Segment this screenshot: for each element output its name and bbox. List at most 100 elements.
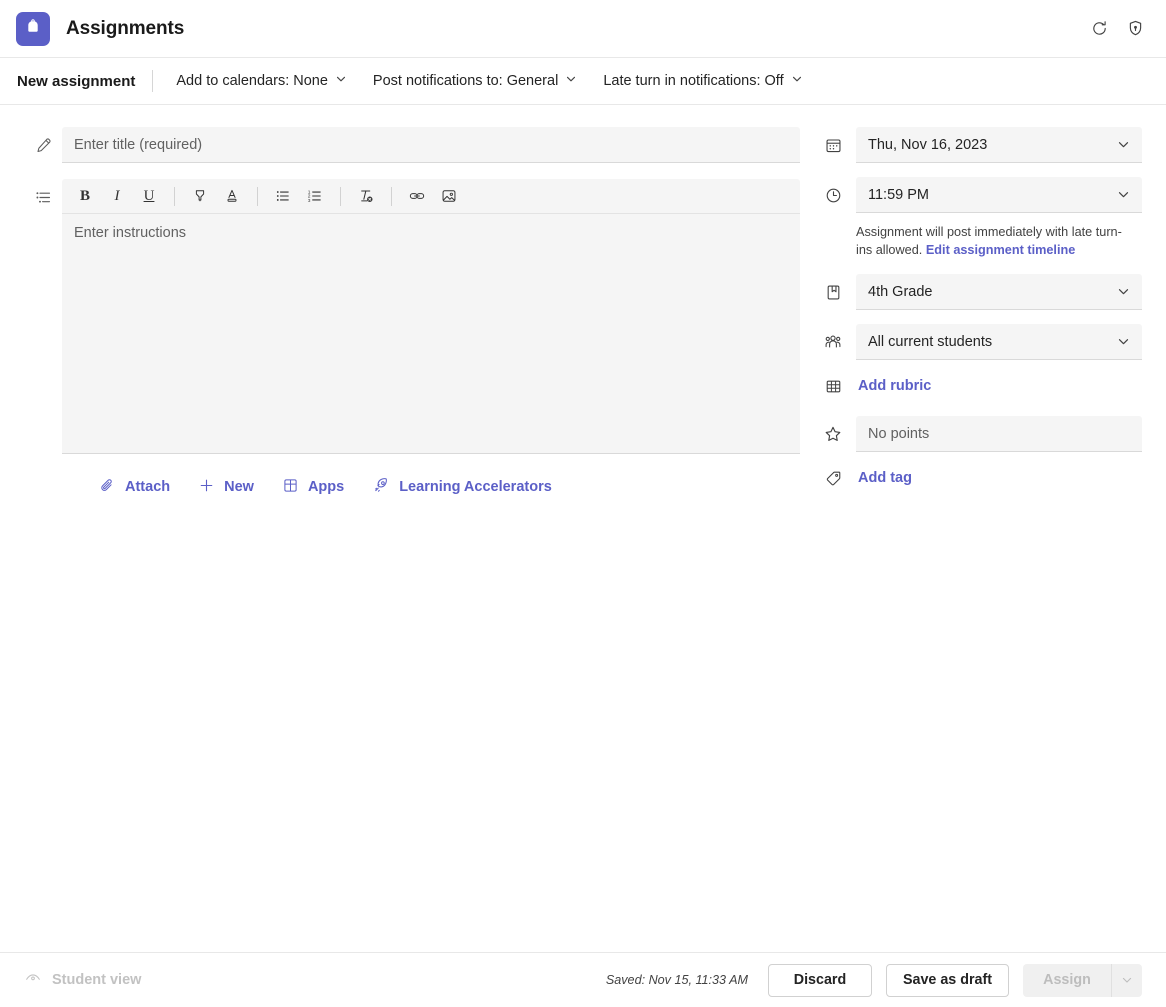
due-date-row: Thu, Nov 16, 2023 [810, 127, 1142, 163]
students-row: All current students [810, 324, 1142, 360]
header-actions [1088, 18, 1150, 40]
chevron-down-icon [791, 73, 803, 89]
highlight-icon[interactable] [185, 182, 215, 210]
points-value: No points [868, 426, 929, 442]
page-title: Assignments [66, 18, 184, 40]
bulleted-list-icon[interactable] [268, 182, 298, 210]
points-row: No points [810, 416, 1142, 452]
post-notifications-label: Post notifications to: General [373, 73, 558, 89]
apps-label: Apps [308, 479, 344, 495]
toolbar-divider [174, 187, 175, 206]
class-value: 4th Grade [868, 284, 933, 300]
instructions-field-row: B I U [24, 179, 800, 454]
title-input[interactable] [62, 127, 800, 163]
learning-accelerators-label: Learning Accelerators [399, 479, 552, 495]
due-time-value: 11:59 PM [868, 187, 929, 203]
instructions-editor: B I U [62, 179, 800, 454]
new-label: New [224, 479, 254, 495]
link-icon[interactable] [402, 182, 432, 210]
add-rubric-button[interactable]: Add rubric [856, 374, 933, 398]
italic-icon[interactable]: I [102, 182, 132, 210]
timeline-note: Assignment will post immediately with la… [810, 223, 1142, 259]
learning-accelerators-button[interactable]: Learning Accelerators [363, 470, 561, 504]
underline-icon[interactable]: U [134, 182, 164, 210]
pencil-icon [24, 127, 62, 155]
tag-icon [810, 469, 856, 488]
clear-formatting-icon[interactable] [351, 182, 381, 210]
plus-icon [198, 477, 215, 498]
add-to-calendars-label: Add to calendars: None [176, 73, 328, 89]
chevron-down-icon [1117, 335, 1130, 348]
attach-label: Attach [125, 479, 170, 495]
clock-icon [810, 186, 856, 205]
add-to-calendars-dropdown[interactable]: Add to calendars: None [170, 69, 353, 93]
attachment-actions: Attach New Apps [24, 470, 800, 504]
saved-status: Saved: Nov 15, 11:33 AM [606, 973, 748, 987]
bold-glyph: B [80, 188, 90, 205]
assignment-form: B I U [0, 105, 1166, 952]
edit-assignment-timeline-link[interactable]: Edit assignment timeline [926, 243, 1075, 257]
font-color-icon[interactable] [217, 182, 247, 210]
class-row: 4th Grade [810, 274, 1142, 310]
bold-icon[interactable]: B [70, 182, 100, 210]
class-dropdown[interactable]: 4th Grade [856, 274, 1142, 310]
bookmark-icon [810, 283, 856, 302]
chevron-down-icon [1117, 138, 1130, 151]
rubric-row: Add rubric [810, 374, 1142, 398]
assign-split-button: Assign [1023, 964, 1142, 997]
due-date-value: Thu, Nov 16, 2023 [868, 137, 987, 153]
assign-button: Assign [1023, 964, 1111, 997]
image-icon[interactable] [434, 182, 464, 210]
tag-row: Add tag [810, 466, 1142, 490]
rocket-icon [372, 476, 390, 498]
toolbar-divider [391, 187, 392, 206]
instructions-input[interactable]: Enter instructions [62, 214, 800, 453]
numbered-list-icon[interactable]: 1 2 3 [300, 182, 330, 210]
app-logo [16, 12, 50, 46]
due-date-dropdown[interactable]: Thu, Nov 16, 2023 [856, 127, 1142, 163]
apps-grid-icon [282, 477, 299, 498]
italic-glyph: I [115, 188, 120, 205]
apps-button[interactable]: Apps [273, 471, 353, 504]
save-as-draft-button[interactable]: Save as draft [886, 964, 1009, 997]
formatting-toolbar: B I U [62, 179, 800, 214]
eye-icon [24, 969, 42, 991]
chevron-down-icon [1117, 188, 1130, 201]
underline-glyph: U [144, 188, 155, 205]
list-icon [24, 179, 62, 207]
chevron-down-icon [1117, 285, 1130, 298]
points-input[interactable]: No points [856, 416, 1142, 452]
discard-button[interactable]: Discard [768, 964, 872, 997]
app-header: Assignments [0, 0, 1166, 58]
late-turn-in-label: Late turn in notifications: Off [603, 73, 783, 89]
due-time-row: 11:59 PM [810, 177, 1142, 213]
assignment-right-column: Thu, Nov 16, 2023 11:59 PM Assi [800, 127, 1166, 952]
assign-chevron-down-icon [1112, 964, 1142, 997]
calendar-icon [810, 136, 856, 155]
late-turn-in-notifications-dropdown[interactable]: Late turn in notifications: Off [597, 69, 808, 93]
students-value: All current students [868, 334, 992, 350]
chevron-down-icon [335, 73, 347, 89]
due-time-dropdown[interactable]: 11:59 PM [856, 177, 1142, 213]
footer-actions: Saved: Nov 15, 11:33 AM Discard Save as … [606, 964, 1142, 997]
paperclip-icon [99, 477, 116, 498]
grid-table-icon [810, 377, 856, 396]
svg-text:3: 3 [308, 198, 311, 204]
command-bar-divider [152, 70, 153, 92]
command-bar: New assignment Add to calendars: None Po… [0, 58, 1166, 105]
students-dropdown[interactable]: All current students [856, 324, 1142, 360]
command-bar-title: New assignment [17, 73, 152, 90]
chevron-down-icon [565, 73, 577, 89]
toolbar-divider [257, 187, 258, 206]
toolbar-divider [340, 187, 341, 206]
new-button[interactable]: New [189, 471, 263, 504]
footer-bar: Student view Saved: Nov 15, 11:33 AM Dis… [0, 952, 1166, 1007]
shield-icon[interactable] [1124, 18, 1146, 40]
people-icon [810, 332, 856, 352]
refresh-icon[interactable] [1088, 18, 1110, 40]
add-tag-button[interactable]: Add tag [856, 466, 914, 490]
title-field-row [24, 127, 800, 163]
post-notifications-dropdown[interactable]: Post notifications to: General [367, 69, 583, 93]
attach-button[interactable]: Attach [90, 471, 179, 504]
backpack-icon [23, 16, 43, 41]
